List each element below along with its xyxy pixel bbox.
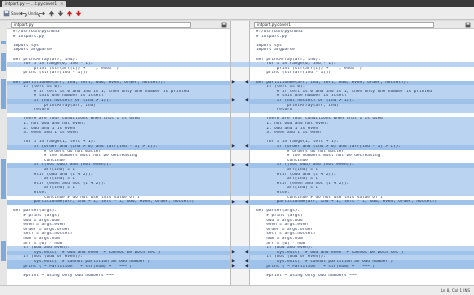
left-editor-pane[interactable]: intpart.py #!/usr/bin/python3 # intpart.p…: [7, 21, 231, 285]
status-position: Ln 8, Col 1 INS: [440, 288, 470, 293]
toolbar: Save Undo: [0, 7, 474, 20]
redo-icon: [38, 11, 45, 17]
undo-button[interactable]: Undo: [20, 9, 38, 18]
prev-conflict-button[interactable]: [66, 9, 73, 18]
next-conflict-button[interactable]: [75, 9, 82, 18]
left-code-area[interactable]: #!/usr/bin/python3 # intpart.py import sys…: [7, 30, 230, 285]
diff-link-gutter: ▶ ◀ ▶ ◀ ▶ ◀ ▶ ◀ ▶ ◀ ▶ ◀ ▶ ◀ ▶ ◀: [231, 21, 249, 285]
save-icon[interactable]: [465, 22, 471, 28]
down-red-icon: [75, 10, 82, 17]
merge-right-arrow-icon[interactable]: ▶: [231, 264, 236, 269]
right-code-line[interactable]: #print ~ using only odd numbers ~~~': [250, 274, 474, 279]
diff-map-block: [1, 159, 6, 199]
right-filename-field[interactable]: intpart.py.cover1: [254, 22, 434, 28]
left-diff-map[interactable]: [0, 21, 7, 285]
save-button[interactable]: Save: [3, 9, 21, 18]
save-icon[interactable]: [221, 22, 227, 28]
up-arrow-icon: [48, 10, 55, 17]
tab-bar: intpart.py — ...t.py.cover1 ×: [0, 0, 474, 7]
merge-right-arrow-icon[interactable]: ▶: [231, 200, 236, 205]
save-icon: [3, 10, 10, 17]
prev-change-button[interactable]: [48, 9, 55, 18]
tab-label: intpart.py — ...t.py.cover1: [5, 1, 58, 6]
right-code-area[interactable]: #!/usr/bin/python3 # intpart.py import sys…: [250, 30, 474, 285]
left-code-line[interactable]: #print ~ using only odd numbers ~~~': [7, 274, 230, 279]
diff-map-block: [1, 79, 6, 109]
next-change-button[interactable]: [57, 9, 64, 18]
right-editor-pane[interactable]: intpart.py.cover1 #!/usr/bin/python3 # in…: [249, 21, 474, 285]
undo-label: Undo: [28, 11, 39, 16]
gutter-link-band: [231, 191, 249, 196]
merge-right-arrow-icon[interactable]: ▶: [231, 145, 236, 150]
right-file-header: intpart.py.cover1: [250, 21, 474, 29]
undo-icon: [20, 11, 27, 17]
redo-button[interactable]: [38, 9, 45, 18]
diff-map-block: [1, 53, 6, 71]
gutter-link-band: [231, 62, 249, 67]
gutter-link-band: [231, 108, 249, 113]
down-arrow-icon: [57, 10, 64, 17]
status-bar: Ln 8, Col 1 INS: [0, 285, 474, 295]
left-file-header: intpart.py: [7, 21, 230, 29]
diff-map-block: [1, 41, 6, 44]
up-red-icon: [66, 10, 73, 17]
tab-close-icon[interactable]: ×: [60, 1, 63, 6]
diff-map-block: [1, 241, 6, 261]
left-filename-field[interactable]: intpart.py: [11, 22, 191, 28]
